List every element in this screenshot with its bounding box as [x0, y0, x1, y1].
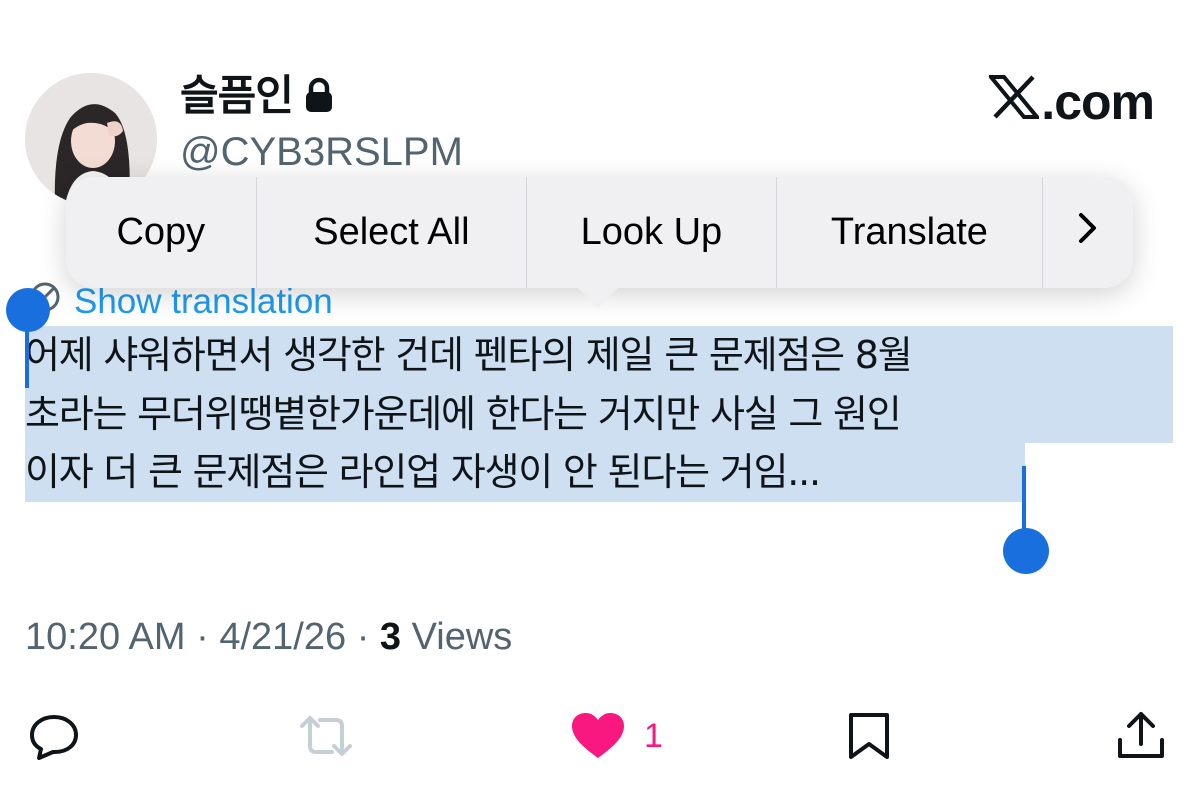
- tweet-meta: 10:20 AM · 4/21/26 · 3 Views: [25, 612, 512, 662]
- tweet-date[interactable]: 4/21/26: [219, 616, 346, 658]
- menu-more-button[interactable]: [1043, 177, 1133, 288]
- tweet-text-line: 이자 더 큰 문제점은 라인업 자생이 안 된다는 거임...: [25, 443, 1025, 502]
- meta-separator: ·: [196, 616, 209, 658]
- repost-button[interactable]: [296, 710, 356, 762]
- menu-select-all-button[interactable]: Select All: [257, 177, 528, 288]
- reply-button[interactable]: [27, 710, 81, 762]
- brand-watermark: .com: [987, 74, 1155, 130]
- menu-translate-button[interactable]: Translate: [777, 177, 1044, 288]
- views-count: 3: [379, 616, 402, 658]
- x-logo-icon: [987, 74, 1042, 130]
- tweet-text-line: 초라는 무더위땡볕한가운데에 한다는 거지만 사실 그 원인: [25, 384, 1173, 443]
- display-name-text: 슬픔인: [180, 71, 294, 120]
- share-icon: [1116, 710, 1166, 762]
- display-name[interactable]: 슬픔인: [180, 70, 335, 122]
- brand-text: .com: [1041, 74, 1155, 130]
- menu-look-up-button[interactable]: Look Up: [527, 177, 777, 288]
- text-selection-menu: Copy Select All Look Up Translate: [66, 177, 1133, 288]
- reply-icon: [27, 712, 81, 760]
- heart-icon: [570, 712, 626, 760]
- chevron-right-icon: [1076, 211, 1100, 255]
- tweet-text[interactable]: 어제 샤워하면서 생각한 건데 펜타의 제일 큰 문제점은 8월 초라는 무더위…: [25, 326, 1173, 502]
- like-count: 1: [644, 716, 663, 755]
- menu-pointer: [576, 286, 620, 308]
- lock-icon: [303, 76, 335, 116]
- views-label: Views: [411, 616, 513, 658]
- tweet-detail: 슬픔인 @CYB3RSLPM .com Show translation 어제 …: [0, 0, 1200, 803]
- selection-start-handle[interactable]: [6, 288, 50, 332]
- user-handle[interactable]: @CYB3RSLPM: [180, 128, 463, 176]
- tweet-time[interactable]: 10:20 AM: [25, 616, 186, 658]
- meta-separator: ·: [356, 616, 370, 658]
- selection-start-caret: [25, 328, 29, 388]
- selection-end-handle[interactable]: [1003, 528, 1049, 574]
- like-button[interactable]: 1: [570, 710, 663, 762]
- menu-copy-button[interactable]: Copy: [66, 177, 257, 288]
- repost-icon: [296, 712, 356, 760]
- bookmark-icon: [846, 711, 892, 761]
- tweet-text-line: 어제 샤워하면서 생각한 건데 펜타의 제일 큰 문제점은 8월: [25, 326, 1173, 385]
- bookmark-button[interactable]: [846, 710, 892, 762]
- share-button[interactable]: [1116, 710, 1166, 762]
- selection-end-caret: [1022, 466, 1026, 532]
